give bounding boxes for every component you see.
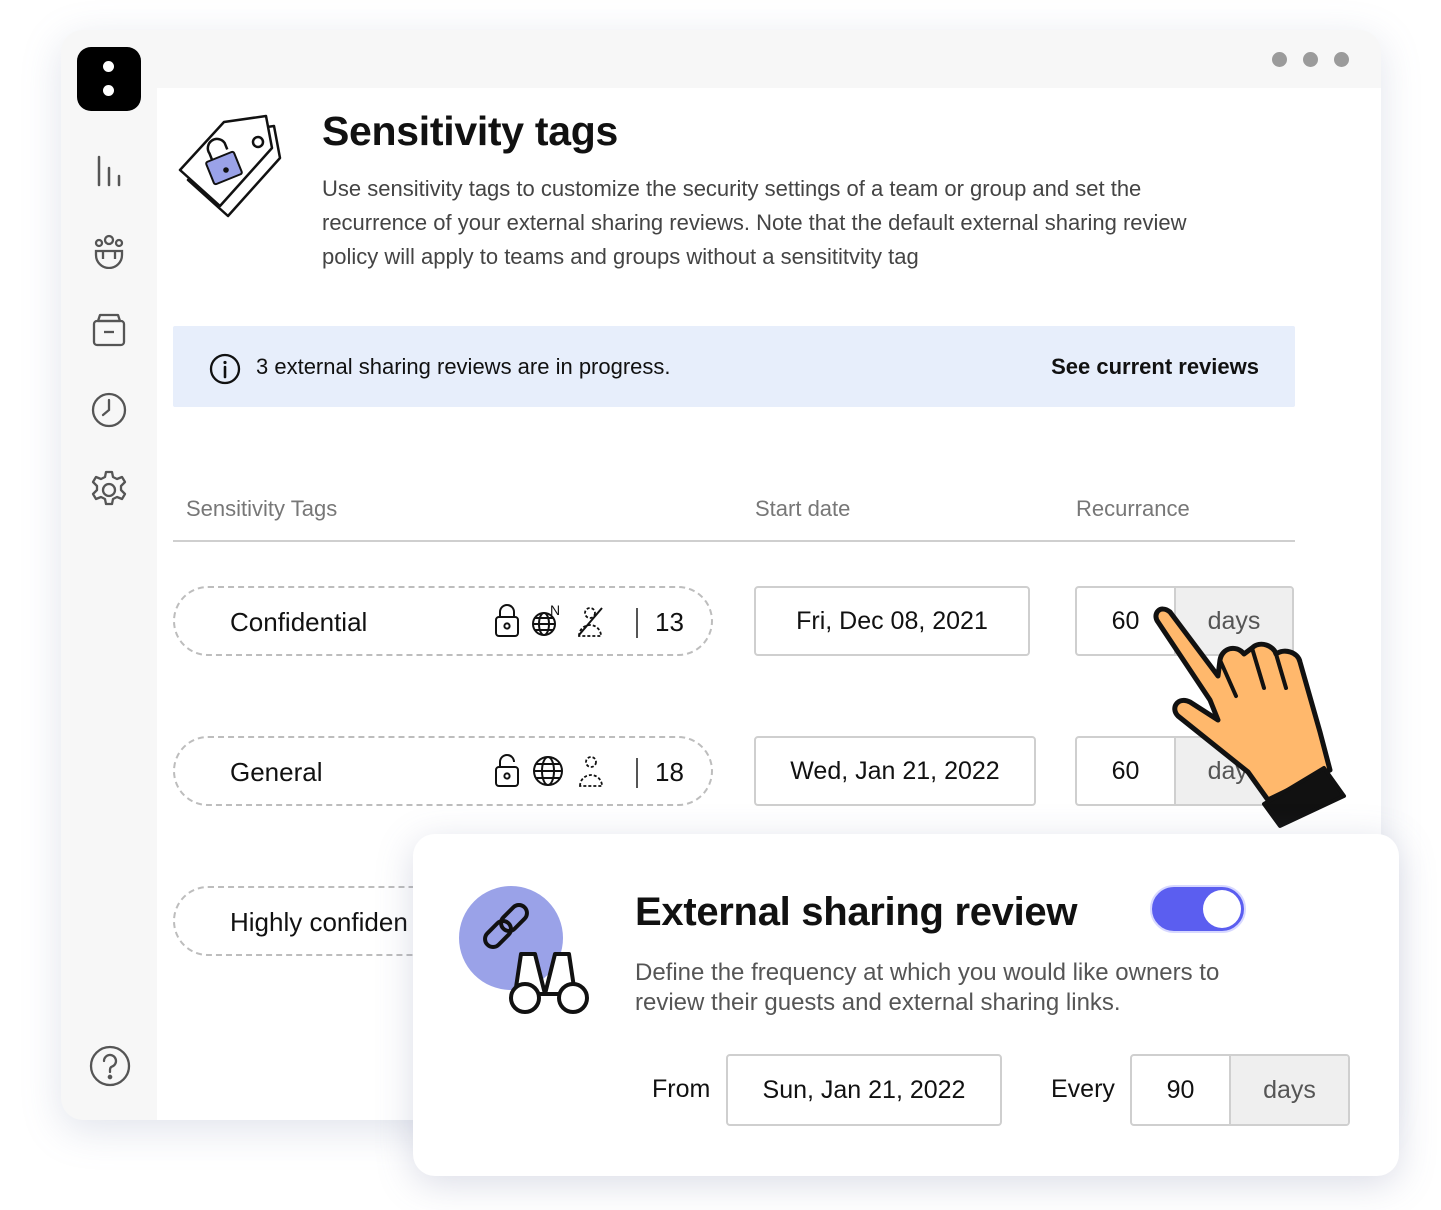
guest-disabled-icon	[578, 607, 603, 637]
tag-name: Confidential	[230, 607, 368, 637]
archive-icon[interactable]	[87, 308, 131, 352]
column-header-start-date[interactable]: Start date	[755, 496, 850, 522]
app-logo[interactable]	[77, 47, 141, 111]
page-title: Sensitivity tags	[322, 108, 618, 154]
tag-count: 13	[655, 607, 684, 637]
svg-text:N: N	[550, 603, 560, 618]
every-unit: days	[1231, 1056, 1348, 1124]
tags-illustration-icon	[178, 114, 282, 218]
external-sharing-review-card: External sharing review Define the frequ…	[413, 834, 1399, 1176]
start-date-field[interactable]: Fri, Dec 08, 2021	[754, 586, 1030, 656]
review-toggle[interactable]	[1150, 885, 1246, 933]
info-icon	[209, 353, 241, 385]
info-banner: 3 external sharing reviews are in progre…	[173, 326, 1295, 407]
pointing-hand-icon	[1153, 606, 1346, 828]
globe-icon	[533, 756, 563, 786]
header-divider	[173, 540, 1295, 542]
column-header-tags[interactable]: Sensitivity Tags	[186, 496, 337, 522]
tag-count: 18	[655, 757, 684, 787]
start-date-field[interactable]: Wed, Jan 21, 2022	[754, 736, 1036, 806]
users-icon[interactable]	[87, 228, 131, 272]
link-binoculars-icon	[459, 886, 589, 1014]
tag-name: Highly confiden	[230, 907, 408, 937]
card-description: Define the frequency at which you would …	[635, 959, 1220, 1016]
every-label: Every	[1051, 1075, 1115, 1103]
settings-icon[interactable]	[87, 468, 131, 512]
column-header-recurrance[interactable]: Recurrance	[1076, 496, 1190, 522]
tag-pill-confidential[interactable]: Confidential N 13	[173, 586, 713, 656]
guest-icon	[579, 756, 603, 787]
banner-text: 3 external sharing reviews are in progre…	[256, 354, 671, 379]
help-icon[interactable]	[89, 1045, 131, 1092]
see-current-reviews-link[interactable]: See current reviews	[1051, 354, 1259, 380]
tag-separator	[636, 758, 638, 788]
history-icon[interactable]	[87, 388, 131, 432]
tag-name: General	[230, 757, 323, 787]
card-title: External sharing review	[635, 890, 1078, 934]
unlock-icon	[495, 754, 519, 787]
every-field[interactable]: 90 days	[1130, 1054, 1350, 1126]
tag-pill-general[interactable]: General 18	[173, 736, 713, 806]
from-date-field[interactable]: Sun, Jan 21, 2022	[726, 1054, 1002, 1126]
window-menu-dots[interactable]	[1272, 52, 1349, 67]
analytics-icon[interactable]	[87, 148, 131, 192]
toggle-knob	[1203, 890, 1241, 928]
page-description: Use sensitivity tags to customize the se…	[322, 176, 1187, 269]
lock-icon	[495, 604, 519, 637]
every-value[interactable]: 90	[1132, 1056, 1231, 1124]
tag-separator	[636, 608, 638, 638]
from-label: From	[652, 1075, 711, 1103]
globe-no-icon: N	[532, 603, 560, 636]
